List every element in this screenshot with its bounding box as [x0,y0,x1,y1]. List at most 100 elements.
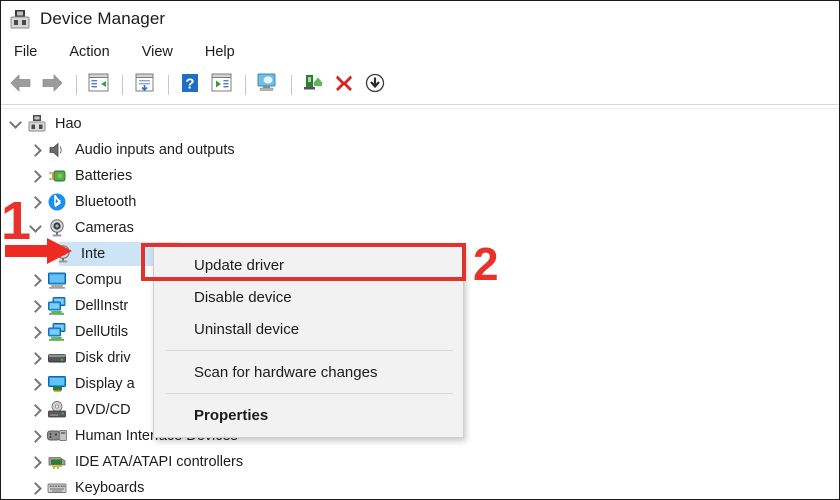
toolbar: ? [1,67,839,103]
tree-item-label: Display a [75,376,135,392]
tree-item-label: Keyboards [75,480,145,496]
toolbar-properties[interactable] [130,72,158,98]
toolbar-separator [291,75,292,95]
svg-text:?: ? [185,75,194,92]
tree-item-label: Compu [75,272,122,288]
scan-hardware-changes-icon [211,73,232,97]
menu-help[interactable]: Help [202,42,238,62]
ctx-item-label: Properties [194,406,269,424]
ctx-item-label: Disable device [194,288,292,306]
toolbar-divider [1,104,839,105]
tree-item-label: Disk driv [75,350,131,366]
toolbar-separator [122,75,123,95]
tree-item-label: Inte [81,246,106,262]
update-driver-icon [256,73,279,98]
chevron-right-icon[interactable] [29,351,43,365]
network-icon [47,296,67,316]
context-menu-separator [166,393,453,394]
tree-item-batteries[interactable]: Batteries [1,163,839,189]
context-menu[interactable]: Update driver Disable device Uninstall d… [153,243,464,438]
ctx-update-driver[interactable]: Update driver [154,249,463,281]
tree-item-label: Batteries [75,168,133,184]
toolbar-forward[interactable] [38,72,66,98]
chevron-down-icon[interactable] [29,220,43,235]
toolbar-update-driver[interactable] [253,72,281,98]
chevron-right-icon[interactable] [29,403,43,417]
chevron-right-icon[interactable] [29,481,43,495]
ctx-uninstall-device[interactable]: Uninstall device [154,313,463,345]
dvd-drive-icon [47,400,67,420]
chevron-right-icon[interactable] [29,143,43,157]
ctx-item-label: Scan for hardware changes [194,363,378,381]
window-title: Device Manager [40,9,166,28]
chevron-right-icon[interactable] [29,377,43,391]
display-adapter-icon [47,374,67,394]
camera-icon [47,218,67,238]
chevron-right-icon[interactable] [29,169,43,183]
menu-file[interactable]: File [11,42,40,62]
disk-drive-icon [47,348,67,368]
tree-item-label: Cameras [75,220,134,236]
ctx-item-label: Update driver [194,256,285,274]
device-manager-icon [9,8,31,30]
toolbar-divider-light [1,108,839,109]
toolbar-separator [168,75,169,95]
context-menu-separator [166,350,453,351]
back-arrow-icon [10,73,32,97]
ide-controller-icon [47,452,67,472]
title-bar: Device Manager [1,1,839,37]
chevron-right-icon[interactable] [29,455,43,469]
tree-item-label: Bluetooth [75,194,137,210]
ctx-disable-device[interactable]: Disable device [154,281,463,313]
tree-item-audio[interactable]: Audio inputs and outputs [1,137,839,163]
tree-item-keyboards[interactable]: Keyboards [1,475,839,499]
toolbar-enable[interactable] [361,72,389,98]
tree-item-label: Audio inputs and outputs [75,142,235,158]
toolbar-disable[interactable] [330,72,358,98]
tree-item-label: Hao [55,116,82,132]
toolbar-console-tree[interactable] [84,72,112,98]
toolbar-scan[interactable] [207,72,235,98]
tree-item-label: IDE ATA/ATAPI controllers [75,454,244,470]
show-hide-console-tree-icon [88,73,109,97]
speaker-icon [47,140,67,160]
help-icon: ? [181,73,199,98]
toolbar-separator [245,75,246,95]
menu-bar: File Action View Help [1,37,839,67]
battery-icon [47,166,67,186]
tree-item-bluetooth[interactable]: Bluetooth [1,189,839,215]
toolbar-uninstall[interactable] [299,72,327,98]
toolbar-help[interactable]: ? [176,72,204,98]
tree-item-label: DVD/CD [75,402,131,418]
red-arrow-icon [5,237,73,265]
ctx-scan-hardware-changes[interactable]: Scan for hardware changes [154,356,463,388]
uninstall-device-icon [302,73,324,98]
bluetooth-icon [47,192,67,212]
tree-item-cameras[interactable]: Cameras [1,215,839,241]
chevron-right-icon[interactable] [29,429,43,443]
chevron-right-icon[interactable] [29,273,43,287]
chevron-right-icon[interactable] [29,325,43,339]
hid-icon [47,426,67,446]
menu-action[interactable]: Action [66,42,112,62]
chevron-right-icon[interactable] [29,195,43,209]
tree-item-label: DellInstr [75,298,129,314]
toolbar-separator [76,75,77,95]
tree-item-ide-ata-atapi-controllers[interactable]: IDE ATA/ATAPI controllers [1,449,839,475]
context-menu-bottom-padding [154,431,463,437]
toolbar-back[interactable] [7,72,35,98]
enable-device-icon [365,73,385,98]
keyboard-icon [47,478,67,498]
chevron-down-icon[interactable] [9,116,23,131]
chevron-right-icon[interactable] [29,299,43,313]
ctx-item-label: Uninstall device [194,320,300,338]
computer-icon [27,114,47,134]
tree-item-label: DellUtils [75,324,129,340]
monitor-icon [47,270,67,290]
tree-item-hao[interactable]: Hao [1,111,839,137]
properties-icon [134,73,155,97]
menu-view[interactable]: View [139,42,176,62]
annotation-step-2: 2 [473,238,499,290]
ctx-properties[interactable]: Properties [154,399,463,431]
network-icon [47,322,67,342]
